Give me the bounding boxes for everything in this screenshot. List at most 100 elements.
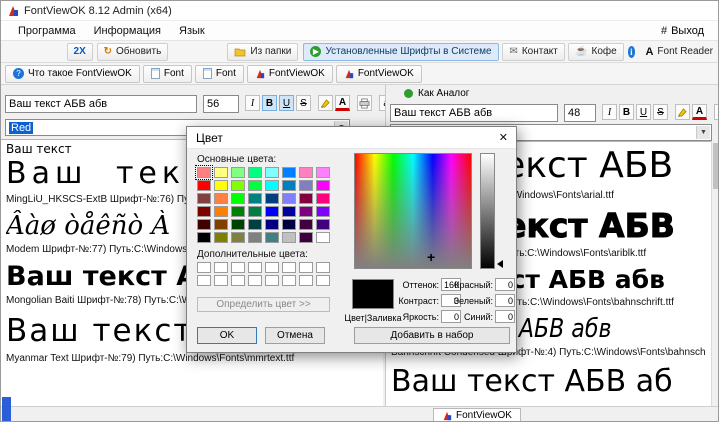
color-swatch[interactable] xyxy=(299,167,313,178)
from-folder-button[interactable]: Из папки xyxy=(227,43,298,61)
color-swatch[interactable] xyxy=(197,219,211,230)
color-swatch[interactable] xyxy=(197,232,211,243)
color-swatch[interactable] xyxy=(299,232,313,243)
color-swatch[interactable] xyxy=(282,262,296,273)
color-swatch[interactable] xyxy=(316,206,330,217)
statusbar-app-tab[interactable]: FontViewOK xyxy=(433,408,521,422)
underline-button[interactable]: U xyxy=(636,104,651,120)
coffee-button[interactable]: ☕ Кофе xyxy=(568,43,624,61)
color-swatch[interactable] xyxy=(197,167,211,178)
italic-button[interactable]: I xyxy=(245,95,260,111)
color-swatch[interactable] xyxy=(316,180,330,191)
color-swatch[interactable] xyxy=(265,206,279,217)
color-swatch[interactable] xyxy=(248,275,262,286)
color-swatch[interactable] xyxy=(316,219,330,230)
color-swatch[interactable] xyxy=(197,193,211,204)
color-swatch[interactable] xyxy=(248,232,262,243)
color-swatch[interactable] xyxy=(265,275,279,286)
menu-program[interactable]: Программа xyxy=(9,23,85,39)
scrollbar-thumb[interactable] xyxy=(713,143,719,189)
dialog-title-bar[interactable]: Цвет ✕ xyxy=(187,127,516,149)
tab-font-2[interactable]: Font xyxy=(195,65,244,83)
highlighter-button[interactable] xyxy=(318,95,333,111)
font-preview[interactable]: Ваш текст АБВ аб xyxy=(391,363,706,401)
color-swatch[interactable] xyxy=(282,193,296,204)
color-swatch[interactable] xyxy=(248,206,262,217)
refresh-button[interactable]: ↻ Обновить xyxy=(97,43,169,61)
color-swatch[interactable] xyxy=(214,262,228,273)
print-button[interactable] xyxy=(357,95,372,111)
color-swatch[interactable] xyxy=(214,193,228,204)
color-swatch[interactable] xyxy=(248,180,262,191)
sample-text-input-right[interactable] xyxy=(390,104,558,122)
color-swatch[interactable] xyxy=(197,206,211,217)
color-swatch[interactable] xyxy=(197,262,211,273)
color-swatch[interactable] xyxy=(214,206,228,217)
color-swatch[interactable] xyxy=(231,219,245,230)
color-swatch[interactable] xyxy=(248,167,262,178)
tab-fontviewok-2[interactable]: FontViewOK xyxy=(336,65,422,83)
color-swatch[interactable] xyxy=(265,167,279,178)
color-swatch[interactable] xyxy=(282,180,296,191)
color-swatch[interactable] xyxy=(316,275,330,286)
color-crosshair[interactable]: + xyxy=(427,251,435,263)
color-swatch[interactable] xyxy=(231,193,245,204)
color-swatch[interactable] xyxy=(197,180,211,191)
font-color-button[interactable]: A xyxy=(692,104,707,120)
color-swatch[interactable] xyxy=(282,206,296,217)
vertical-scrollbar[interactable] xyxy=(711,141,719,406)
ok-button[interactable]: OK xyxy=(197,327,257,344)
info-icon[interactable]: i xyxy=(628,46,636,58)
color-swatch[interactable] xyxy=(282,232,296,243)
hue-saturation-field[interactable] xyxy=(354,153,472,269)
strikethrough-button[interactable]: S xyxy=(296,95,311,111)
color-swatch[interactable] xyxy=(197,275,211,286)
color-swatch[interactable] xyxy=(214,180,228,191)
luminance-strip[interactable] xyxy=(480,153,495,269)
exit-button[interactable]: # Выход xyxy=(653,23,712,39)
color-swatch[interactable] xyxy=(231,180,245,191)
menu-information[interactable]: Информация xyxy=(85,23,170,39)
tab-font-1[interactable]: Font xyxy=(143,65,192,83)
add-to-custom-colors-button[interactable]: Добавить в набор xyxy=(354,327,510,344)
color-swatch[interactable] xyxy=(316,167,330,178)
color-swatch[interactable] xyxy=(265,180,279,191)
color-swatch[interactable] xyxy=(299,219,313,230)
color-swatch[interactable] xyxy=(231,262,245,273)
color-swatch[interactable] xyxy=(316,232,330,243)
blue-value[interactable]: 0 xyxy=(495,310,515,323)
bold-button[interactable]: B xyxy=(262,95,277,111)
color-swatch[interactable] xyxy=(282,219,296,230)
color-swatch[interactable] xyxy=(299,180,313,191)
italic-button[interactable]: I xyxy=(602,104,617,120)
highlighter-button[interactable] xyxy=(675,104,690,120)
color-swatch[interactable] xyxy=(265,219,279,230)
color-swatch[interactable] xyxy=(299,275,313,286)
color-swatch[interactable] xyxy=(265,193,279,204)
color-swatch[interactable] xyxy=(231,275,245,286)
cancel-button[interactable]: Отмена xyxy=(265,327,325,344)
color-swatch[interactable] xyxy=(231,206,245,217)
tab-about-fontviewok[interactable]: ? Что такое FontViewOK xyxy=(5,65,140,83)
color-swatch[interactable] xyxy=(248,193,262,204)
font-info-button[interactable]: a? xyxy=(714,104,719,120)
color-swatch[interactable] xyxy=(316,193,330,204)
contact-button[interactable]: ✉ Контакт xyxy=(502,43,564,61)
installed-fonts-button[interactable]: ▶ Установленные Шрифты в Системе xyxy=(303,43,498,61)
bold-button[interactable]: B xyxy=(619,104,634,120)
chevron-down-icon[interactable]: ▼ xyxy=(696,126,710,139)
define-custom-colors-button[interactable]: Определить цвет >> xyxy=(197,297,330,312)
color-swatch[interactable] xyxy=(214,219,228,230)
color-swatch[interactable] xyxy=(282,275,296,286)
underline-button[interactable]: U xyxy=(279,95,294,111)
color-swatch[interactable] xyxy=(214,232,228,243)
color-swatch[interactable] xyxy=(248,219,262,230)
menu-language[interactable]: Язык xyxy=(170,23,214,39)
font-size-input-left[interactable] xyxy=(203,95,239,113)
sample-text-input-left[interactable] xyxy=(5,95,197,113)
color-swatch[interactable] xyxy=(248,262,262,273)
red-value[interactable]: 0 xyxy=(495,278,515,291)
color-swatch[interactable] xyxy=(231,167,245,178)
color-swatch[interactable] xyxy=(299,193,313,204)
zoom-2x-button[interactable]: 2X xyxy=(67,43,93,61)
